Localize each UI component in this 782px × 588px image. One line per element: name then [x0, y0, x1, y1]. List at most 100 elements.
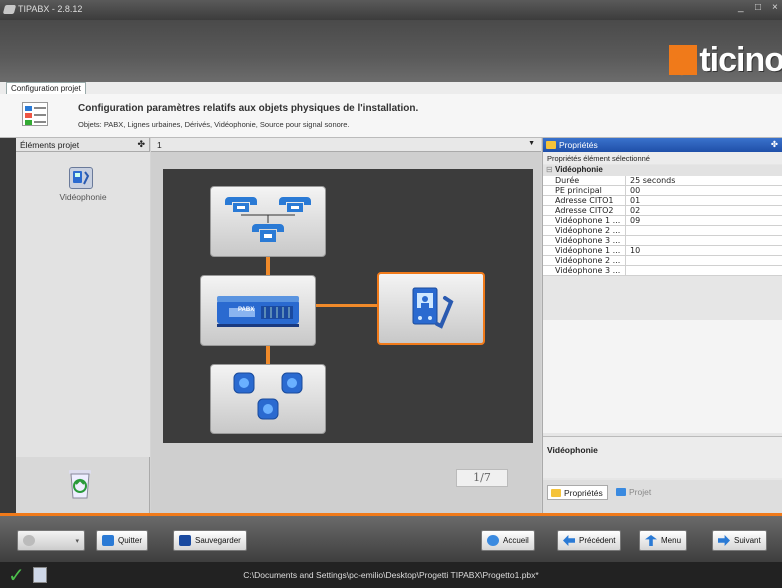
- property-key: Vidéophone 1 ...: [543, 246, 626, 255]
- property-value[interactable]: 25 seconds: [626, 176, 675, 185]
- page-indicator: 1/7: [456, 469, 508, 487]
- diagram-selector-value: 1: [157, 140, 162, 150]
- videophone-element-icon[interactable]: [69, 167, 93, 189]
- connector-pabx-sources: [266, 346, 270, 364]
- logo-text: ticino: [699, 40, 782, 79]
- quit-button[interactable]: Quitter: [96, 530, 149, 551]
- options-dropdown[interactable]: ▾: [17, 530, 85, 551]
- tab-projet[interactable]: Projet: [613, 485, 655, 500]
- recycle-bin-icon[interactable]: [66, 466, 94, 500]
- dropdown-arrow-icon[interactable]: ▼: [528, 140, 535, 147]
- property-key: Vidéophone 3 ...: [543, 236, 626, 245]
- minimize-button[interactable]: _: [738, 2, 744, 13]
- next-button[interactable]: Suivant: [712, 530, 767, 551]
- diagram-area: 1 ▼ PABX 1/7: [151, 138, 541, 513]
- description-area: Configuration paramètres relatifs aux ob…: [0, 94, 782, 138]
- properties-subheader: Propriétés élément sélectionné: [543, 152, 782, 164]
- window-titlebar: TIPABX - 2.8.12 _ □ ×: [0, 0, 782, 20]
- close-button[interactable]: ×: [772, 2, 778, 13]
- pin-icon[interactable]: ✤: [771, 139, 778, 150]
- property-row[interactable]: Vidéophone 2 ...: [543, 226, 782, 236]
- project-elements-title: Éléments projet: [20, 140, 80, 150]
- property-value[interactable]: [626, 226, 630, 235]
- description-title: Configuration paramètres relatifs aux ob…: [78, 103, 419, 114]
- phones-node[interactable]: [210, 186, 326, 257]
- property-category-label: Vidéophonie: [555, 165, 603, 174]
- app-icon: [2, 5, 17, 14]
- diagram-selector[interactable]: 1 ▼: [151, 138, 541, 152]
- property-key: Vidéophone 1 ...: [543, 216, 626, 225]
- property-value[interactable]: [626, 236, 630, 245]
- home-label: Accueil: [503, 536, 529, 545]
- save-button[interactable]: Sauvegarder: [173, 530, 247, 551]
- property-category[interactable]: ⊟ Vidéophonie: [543, 165, 782, 176]
- connector-pabx-videophone: [316, 304, 379, 307]
- save-icon: [179, 535, 191, 546]
- property-row[interactable]: Vidéophone 3 ...: [543, 236, 782, 246]
- logo-first-letter: b: [669, 45, 698, 83]
- videophone-node[interactable]: [377, 272, 485, 345]
- properties-icon: [546, 141, 556, 149]
- property-value[interactable]: 00: [626, 186, 640, 195]
- connector-phones-pabx: [266, 257, 270, 275]
- window-title: TIPABX - 2.8.12: [18, 4, 83, 14]
- pin-icon[interactable]: ✤: [137, 139, 145, 150]
- property-row[interactable]: Vidéophone 3 ...: [543, 266, 782, 276]
- tab-proprietes-label: Propriétés: [564, 488, 603, 498]
- menu-button[interactable]: Menu: [639, 530, 688, 551]
- status-bar: ✓ C:\Documents and Settings\pc-emilio\De…: [0, 562, 782, 588]
- property-value[interactable]: 02: [626, 206, 640, 215]
- home-button[interactable]: Accueil: [481, 530, 535, 551]
- properties-title: Propriétés: [559, 140, 598, 150]
- property-row[interactable]: PE principal 00: [543, 186, 782, 196]
- maximize-button[interactable]: □: [755, 2, 761, 13]
- description-subtitle: Objets: PABX, Lignes urbaines, Dérivés, …: [78, 120, 350, 129]
- property-grid-empty-area: [543, 320, 782, 433]
- property-key: Vidéophone 3 ...: [543, 266, 626, 275]
- videophone-element-label[interactable]: Vidéophonie: [16, 192, 150, 202]
- project-elements-header: Éléments projet ✤: [16, 138, 149, 152]
- previous-label: Précédent: [579, 536, 616, 545]
- collapse-icon[interactable]: ⊟: [546, 165, 553, 174]
- exit-icon: [102, 535, 114, 546]
- property-value[interactable]: [626, 256, 630, 265]
- project-tab-icon: [616, 488, 626, 496]
- property-row[interactable]: Vidéophone 1 ... 10: [543, 246, 782, 256]
- save-label: Sauvegarder: [195, 536, 241, 545]
- app-header: b ticino: [0, 20, 782, 83]
- property-key: PE principal: [543, 186, 626, 195]
- previous-button[interactable]: Précédent: [557, 530, 622, 551]
- property-row[interactable]: Vidéophone 1 ... 09: [543, 216, 782, 226]
- arrow-left-icon: [563, 535, 575, 546]
- property-value[interactable]: [626, 266, 630, 275]
- property-grid: ⊟ Vidéophonie Durée 25 seconds PE princip…: [543, 165, 782, 276]
- arrow-up-icon: [645, 535, 657, 546]
- workspace: Éléments projet ✤ Vidéophonie 1 ▼ PABX 1…: [16, 138, 782, 513]
- properties-panel: Propriétés ✤ Propriétés élément sélectio…: [542, 138, 782, 513]
- property-key: Adresse CITO1: [543, 196, 626, 205]
- pabx-label: PABX: [238, 307, 255, 313]
- installation-diagram: PABX: [163, 169, 533, 443]
- property-key: Adresse CITO2: [543, 206, 626, 215]
- tab-proprietes[interactable]: Propriétés: [547, 485, 608, 500]
- property-value[interactable]: 01: [626, 196, 640, 205]
- project-elements-list: Vidéophonie: [16, 152, 150, 457]
- property-row[interactable]: Vidéophone 2 ...: [543, 256, 782, 266]
- quit-label: Quitter: [118, 536, 143, 545]
- tab-projet-label: Projet: [629, 487, 652, 497]
- properties-tabs: Propriétés Projet: [543, 480, 782, 513]
- property-value[interactable]: 10: [626, 246, 640, 255]
- property-row[interactable]: Durée 25 seconds: [543, 176, 782, 186]
- options-icon: [23, 535, 35, 546]
- property-row[interactable]: Adresse CITO2 02: [543, 206, 782, 216]
- sound-sources-node[interactable]: [210, 364, 326, 434]
- tab-configuration-projet[interactable]: Configuration projet: [6, 82, 86, 94]
- property-row[interactable]: Adresse CITO1 01: [543, 196, 782, 206]
- next-label: Suivant: [734, 536, 761, 545]
- chevron-down-icon: ▾: [75, 537, 79, 545]
- property-value[interactable]: 09: [626, 216, 640, 225]
- pabx-node[interactable]: PABX: [200, 275, 316, 346]
- file-path: C:\Documents and Settings\pc-emilio\Desk…: [243, 570, 539, 580]
- bottom-toolbar: ▾ Quitter Sauvegarder Accueil Précédent …: [0, 516, 782, 562]
- properties-header: Propriétés ✤: [543, 138, 782, 152]
